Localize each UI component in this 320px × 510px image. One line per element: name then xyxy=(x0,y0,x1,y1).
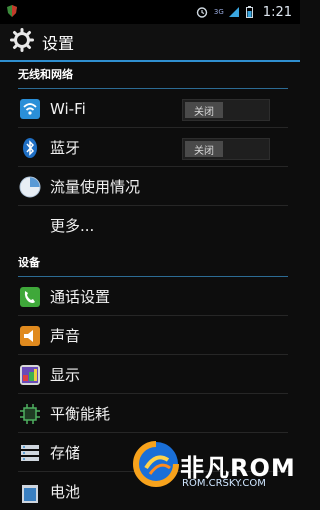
settings-item-sound[interactable]: 声音 xyxy=(0,317,300,354)
storage-icon xyxy=(18,441,42,465)
settings-item-wifi[interactable]: Wi-Fi 关闭 xyxy=(0,90,300,127)
action-bar: 设置 xyxy=(0,24,300,60)
settings-item-label: 平衡能耗 xyxy=(50,405,111,423)
row-divider xyxy=(18,393,288,394)
page-title: 设置 xyxy=(42,34,75,53)
status-bar: 3G 1:21 xyxy=(0,0,300,24)
alarm-icon xyxy=(196,3,208,22)
settings-item-label: 声音 xyxy=(50,327,81,345)
settings-gear-icon[interactable] xyxy=(10,28,34,56)
row-divider xyxy=(18,432,288,433)
phone-icon xyxy=(18,285,42,309)
settings-item-data-usage[interactable]: 流量使用情况 xyxy=(0,168,300,205)
section-header-device: 设备 xyxy=(18,254,288,277)
crsky-logo-icon xyxy=(130,438,182,490)
battery-icon xyxy=(245,3,253,22)
settings-item-label: 流量使用情况 xyxy=(50,178,141,196)
row-divider xyxy=(18,166,288,167)
settings-item-label: 电池 xyxy=(50,483,81,501)
settings-item-bluetooth[interactable]: 蓝牙 关闭 xyxy=(0,129,300,166)
clock: 1:21 xyxy=(262,4,292,20)
network-type: 3G xyxy=(213,7,224,16)
wifi-toggle[interactable]: 关闭 xyxy=(182,99,270,121)
header-divider xyxy=(0,60,300,62)
watermark-site: ROM.CRSKY.COM xyxy=(182,478,266,489)
speaker-icon xyxy=(18,324,42,348)
settings-item-label: Wi-Fi xyxy=(50,99,86,118)
bluetooth-icon xyxy=(18,136,42,160)
settings-item-call-settings[interactable]: 通话设置 xyxy=(0,278,300,315)
settings-item-power-saving[interactable]: 平衡能耗 xyxy=(0,395,300,432)
shield-icon xyxy=(6,3,18,22)
row-divider xyxy=(18,205,288,206)
wifi-icon xyxy=(18,97,42,121)
row-divider xyxy=(18,127,288,128)
row-divider xyxy=(18,354,288,355)
section-header-wireless: 无线和网络 xyxy=(18,66,288,89)
bluetooth-toggle[interactable]: 关闭 xyxy=(182,138,270,160)
settings-item-label: 通话设置 xyxy=(50,288,111,306)
settings-item-label: 更多... xyxy=(50,217,95,235)
data-usage-icon xyxy=(18,175,42,199)
row-divider xyxy=(18,315,288,316)
settings-item-label: 存储 xyxy=(50,444,81,462)
toggle-off-label: 关闭 xyxy=(185,141,223,157)
settings-item-label: 显示 xyxy=(50,366,81,384)
settings-item-more[interactable]: 更多... xyxy=(0,207,300,244)
chip-icon xyxy=(18,402,42,426)
signal-icon xyxy=(228,3,240,22)
watermark: 非凡ROM ROM.CRSKY.COM xyxy=(130,438,300,500)
settings-item-label: 蓝牙 xyxy=(50,139,81,157)
display-icon xyxy=(18,363,42,387)
settings-item-display[interactable]: 显示 xyxy=(0,356,300,393)
toggle-off-label: 关闭 xyxy=(185,102,223,118)
